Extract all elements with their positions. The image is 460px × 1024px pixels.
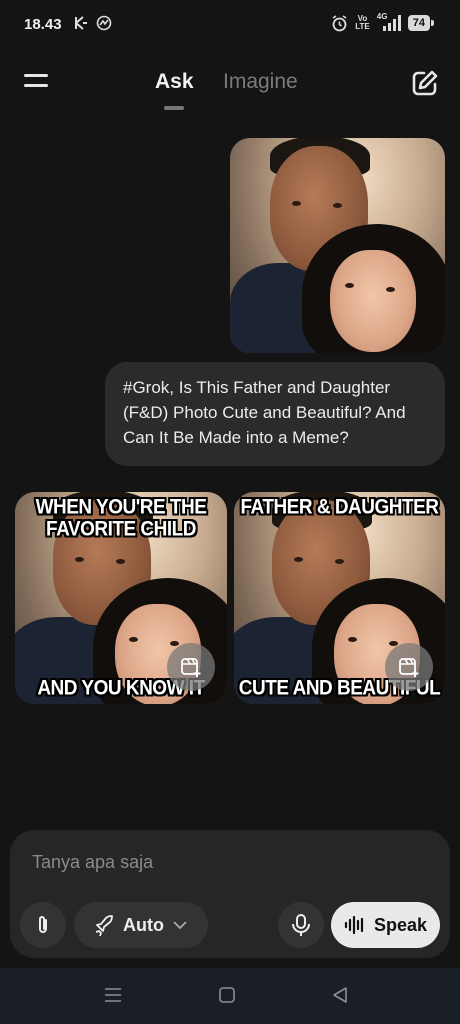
mic-icon (292, 914, 310, 936)
new-chat-button[interactable] (410, 68, 440, 98)
chevron-down-icon (173, 921, 187, 930)
k-app-icon (75, 16, 87, 30)
mode-label: Auto (123, 914, 164, 935)
user-uploaded-photo[interactable] (230, 138, 445, 353)
meme-1-top-line2: FAVORITE CHILD (46, 517, 196, 541)
speak-button[interactable]: Speak (331, 902, 440, 948)
signal-icon: 4G (377, 12, 401, 32)
message-composer: Auto Speak (10, 830, 450, 958)
tab-imagine[interactable]: Imagine (223, 70, 298, 94)
status-time: 18.43 (24, 16, 62, 33)
back-icon[interactable] (331, 986, 349, 1004)
top-header: Ask Imagine (0, 52, 460, 122)
meme-2-top-text: FATHER & DAUGHTER (240, 495, 439, 519)
active-tab-indicator (164, 106, 184, 110)
paperclip-icon (39, 916, 47, 933)
gauge-app-icon (96, 15, 112, 31)
user-message-bubble: #Grok, Is This Father and Daughter (F&D)… (105, 362, 445, 466)
attach-button[interactable] (20, 902, 66, 948)
chat-input[interactable] (30, 846, 434, 878)
waveform-icon (344, 915, 364, 935)
volte-indicator: Vo LTE (355, 14, 370, 31)
status-left-icons (74, 15, 112, 31)
meme-2-add-image-button[interactable] (385, 643, 433, 691)
rocket-icon (95, 915, 113, 936)
meme-1-add-image-button[interactable] (167, 643, 215, 691)
home-icon[interactable] (218, 986, 236, 1004)
menu-button[interactable] (22, 70, 50, 94)
recents-menu-icon[interactable] (104, 986, 122, 1004)
speak-label: Speak (374, 914, 428, 935)
image-add-icon (181, 658, 201, 677)
status-bar: 18.43 Vo LTE 4G 74 (0, 0, 460, 52)
system-nav-bar (0, 968, 460, 1024)
tab-ask[interactable]: Ask (155, 70, 194, 94)
father-daughter-photo (230, 138, 445, 353)
mic-button[interactable] (278, 902, 324, 948)
menu-icon (24, 74, 48, 77)
status-right-icons: Vo LTE 4G 74 (331, 12, 435, 32)
battery-indicator: 74 (407, 15, 435, 31)
mode-selector-button[interactable]: Auto (74, 902, 208, 948)
meme-1-top-line1: WHEN YOU'RE THE (35, 495, 207, 519)
alarm-icon (332, 14, 347, 31)
image-add-icon (399, 658, 419, 677)
edit-icon (412, 70, 438, 96)
